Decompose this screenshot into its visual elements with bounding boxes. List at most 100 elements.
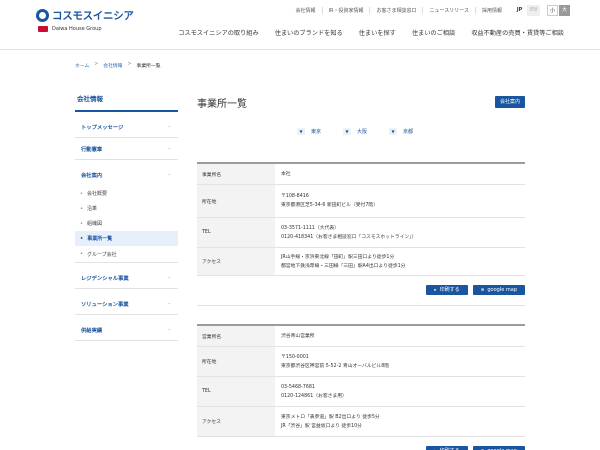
util-link-ir[interactable]: IR・投資家情報 [321,6,370,14]
map-pin-icon: ⊕ [480,288,485,293]
table-row: 所在地 〒150-0001 東京都渋谷区神宮前 5-52-2 青山オーバルビル8… [197,347,525,377]
logo-text: コスモスイニシア [52,10,134,22]
util-link-news[interactable]: ニュースリリース [422,6,475,14]
expand-dash-icon: - [168,274,170,281]
lang-jp-button[interactable]: JP [513,4,526,16]
sidebar-subitem-overview[interactable]: 会社概要 [75,186,178,201]
expand-dash-icon: - [168,172,170,178]
gnav-investment[interactable]: 収益不動産の売買・賃貸等ご相談 [463,28,572,37]
office-actions-shibuya-aoyama: ▸印刷する ⊕google map [421,446,525,450]
table-row: アクセス JR山手線・京浜東北線「田町」駅三田口より徒歩1分 都営地下鉄浅草線・… [197,248,525,276]
table-row: アクセス 東京メトロ「表参道」駅 B2出口より 徒歩5分 JR「渋谷」駅 宮益坂… [197,407,525,437]
print-button[interactable]: ▸印刷する [426,285,468,295]
sidebar: 会社情報 トップメッセージ - 行動憲章 - 会社案内 - 会社概要 沿革 組織… [75,86,178,341]
row-value: 渋谷青山営業所 [275,326,525,346]
font-small-button[interactable]: 小 [547,4,558,16]
sidebar-item-supply[interactable]: 供給実績 - [75,319,178,341]
row-value: 〒108-8416 東京都港区芝5-34-6 新田町ビル（受付7階） [275,185,525,217]
breadcrumb-separator-icon: > [94,62,99,67]
anchor-osaka[interactable]: ▼ 大阪 [343,128,367,135]
map-button-label: google map [487,287,517,293]
sidebar-item-label: ソリューション事業 [81,301,129,308]
print-button[interactable]: ▸印刷する [426,446,468,450]
row-label: TEL [197,377,275,406]
value-line: 本社 [281,171,291,177]
anchor-kyoto[interactable]: ▼ 京都 [389,128,413,135]
sidebar-subitem-group[interactable]: グループ会社 [75,246,178,263]
row-value: 03-3571-1111（大代表） 0120-418341（お客さま相談窓口「コ… [275,218,525,247]
row-value: 〒150-0001 東京都渋谷区神宮前 5-52-2 青山オーバルビル8階 [275,347,525,376]
value-line: 都営地下鉄浅草線・三田線「三田」駅A4出口より徒歩1分 [281,263,406,269]
value-line: 渋谷青山営業所 [281,333,315,339]
office-actions-headquarters: ▸ 印刷する ⊕ google map [421,285,525,295]
value-line: 東京都渋谷区神宮前 5-52-2 青山オーバルビル8階 [281,363,390,369]
util-link-recruit[interactable]: 採用情報 [474,6,508,14]
row-label: TEL [197,218,275,247]
anchor-label: 大阪 [357,129,368,135]
row-value: 本社 [275,164,525,184]
gnav-search-home[interactable]: 住まいを探す [351,28,404,37]
lang-en-button[interactable]: EN [527,4,540,16]
font-large-button[interactable]: 大 [559,4,570,16]
company-guide-button[interactable]: 会社案内 [494,96,525,108]
sidebar-item-label: 会社案内 [81,173,103,179]
office-table-headquarters: 事業所名 本社 所在地 〒108-8416 東京都港区芝5-34-6 新田町ビル… [197,162,525,276]
breadcrumb-current: 事業所一覧 [136,64,161,69]
util-link-consult[interactable]: お客さま相談窓口 [369,6,422,14]
breadcrumb-home[interactable]: ホーム [75,62,89,69]
sidebar-item-label: 行動憲章 [81,146,103,153]
table-row: 事業所名 本社 [197,164,525,185]
region-anchor-links: ▼ 東京 ▼ 大阪 ▼ 京都 [297,128,435,135]
value-line: 03-3571-1111（大代表） [281,225,339,231]
value-line: JR山手線・京浜東北線「田町」駅三田口より徒歩1分 [281,254,395,260]
sidebar-item-action-guideline[interactable]: 行動憲章 - [75,138,178,160]
expand-dash-icon: - [168,123,170,130]
anchor-label: 京都 [403,129,414,135]
util-link-company[interactable]: 会社情報 [289,7,321,14]
sidebar-item-residential[interactable]: レジデンシャル事業 - [75,267,178,289]
anchor-label: 東京 [311,129,322,135]
google-map-button[interactable]: ⊕google map [472,285,525,295]
table-row: TEL 03-3571-1111（大代表） 0120-418341（お客さま相談… [197,218,525,248]
row-label: 営業所名 [197,326,275,346]
row-value: 東京メトロ「表参道」駅 B2出口より 徒歩5分 JR「渋谷」駅 宮益坂口より 徒… [275,407,525,436]
expand-dash-icon: - [168,145,170,152]
triangle-down-icon: ▼ [343,128,352,135]
gnav-home-consult[interactable]: 住まいのご相談 [404,28,463,37]
site-header: コスモスイニシア Daiwa House Group 会社情報 IR・投資家情報… [0,0,600,48]
utility-links: 会社情報 IR・投資家情報 お客さま相談窓口 ニュースリリース 採用情報 JP … [289,4,570,16]
expand-dash-icon: - [168,300,170,307]
value-line: 03-5468-7681 [281,384,315,390]
sidebar-subitem-org-chart[interactable]: 組織図 [75,216,178,231]
section-divider [197,305,525,306]
gnav-initiatives[interactable]: コスモスイニシアの取り組み [170,28,266,37]
row-value: 03-5468-7681 0120-124861（お客さま用） [275,377,525,406]
sidebar-item-label: レジデンシャル事業 [81,275,129,282]
print-arrow-icon: ▸ [434,288,437,293]
row-label: アクセス [197,407,275,436]
row-label: 所在地 [197,347,275,376]
font-size-switch: 小 大 [546,4,570,16]
sidebar-subitem-offices[interactable]: 事業所一覧 [75,231,178,246]
gnav-brands[interactable]: 住まいのブランドを知る [267,28,351,37]
page-title: 事業所一覧 [197,99,247,110]
value-line: 0120-124861（お客さま用） [281,393,347,399]
value-line: 東京都港区芝5-34-6 新田町ビル（受付7階） [281,203,378,208]
table-row: 所在地 〒108-8416 東京都港区芝5-34-6 新田町ビル（受付7階） [197,185,525,218]
expand-dash-icon: - [168,326,170,333]
breadcrumb-separator-icon: > [127,62,132,67]
triangle-down-icon: ▼ [389,128,398,135]
sidebar-subitem-history[interactable]: 沿革 [75,201,178,216]
google-map-button[interactable]: ⊕google map [472,446,525,450]
sidebar-item-top-message[interactable]: トップメッセージ - [75,116,178,138]
anchor-tokyo[interactable]: ▼ 東京 [297,128,321,135]
logo-subtext: Daiwa House Group [52,26,102,32]
sidebar-item-company-guide[interactable]: 会社案内 - [75,164,178,186]
breadcrumb-company[interactable]: 会社情報 [103,62,122,69]
sidebar-title[interactable]: 会社情報 [75,86,178,112]
header-divider [0,49,600,50]
value-line: JR「渋谷」駅 宮益坂口より 徒歩10分 [281,423,362,429]
sidebar-item-solution[interactable]: ソリューション事業 - [75,293,178,315]
value-line: 東京メトロ「表参道」駅 B2出口より 徒歩5分 [281,414,380,420]
language-switch: JP EN [512,4,540,16]
